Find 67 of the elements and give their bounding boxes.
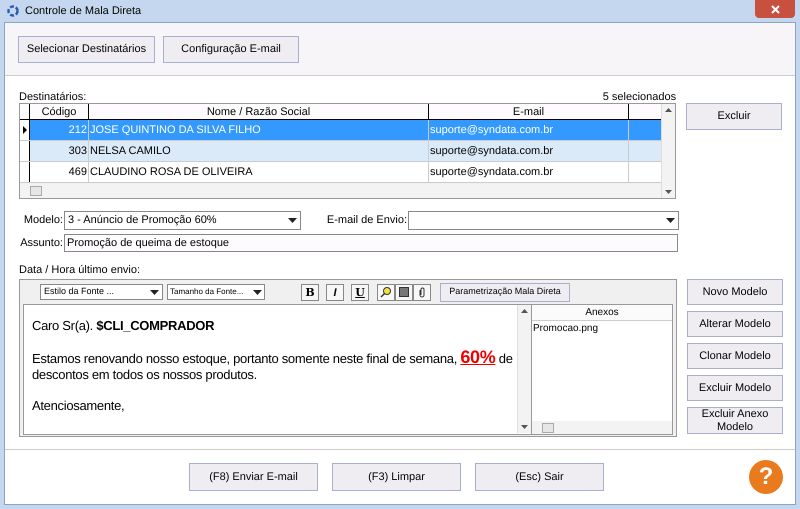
dropdown-arrow-icon[interactable] [666,218,675,223]
toolbar-button[interactable]: Selecionar Destinatários [18,36,155,62]
paperclip-icon [418,286,426,298]
dropdown-arrow-icon[interactable] [150,290,159,294]
model-dropdown[interactable]: 3 - Anúncio de Promoção 60% [64,211,301,230]
model-button[interactable]: Clonar Modelo [687,343,783,369]
scroll-down-arrow-icon[interactable] [521,425,528,429]
table-cell: 469 [30,162,89,182]
column-header[interactable]: E-mail [429,104,629,119]
format-button[interactable]: I [326,284,344,300]
app-icon [7,5,19,17]
action-button[interactable]: (F3) Limpar [332,463,461,491]
grid-row[interactable]: 469 CLAUDINO ROSA DE OLIVEIRA suporte@syndata.com.br [20,162,662,183]
model-button[interactable]: Excluir Modelo [687,375,783,401]
dropdown-arrow-icon[interactable] [253,290,262,294]
table-cell: suporte@syndata.com.br [429,141,629,161]
scroll-up-arrow-icon[interactable] [521,309,528,313]
attach-button[interactable] [413,284,431,300]
subject-label: Assunto: [19,236,63,251]
attachment-item[interactable]: Promocao.png [532,321,672,336]
table-cell: 303 [30,141,89,161]
model-button[interactable]: Alterar Modelo [687,311,783,337]
format-button[interactable]: U [351,284,369,300]
body-paragraph: Caro Sr(a). $CLI_COMPRADOR [32,318,216,334]
column-header[interactable]: Código [30,104,89,119]
color-button[interactable] [395,284,413,300]
body-paragraph: Estamos renovando nosso estoque, portanto somente neste final de semana, 60% de descontos em todos os nossos produtos. [32,349,514,383]
subject-field[interactable]: Promoção de queima de estoque [64,234,678,252]
sender-email-label: E-mail de Envio: [326,213,407,228]
table-cell: suporte@syndata.com.br [429,120,629,140]
find-button[interactable] [377,284,395,300]
table-cell: NELSA CAMILO [89,141,429,161]
mail-merge-settings-button[interactable]: Parametrização Mala Direta [440,282,570,302]
toolbar-button[interactable]: Configuração E-mail [163,36,299,62]
scroll-down-arrow-icon[interactable] [665,190,672,194]
horizontal-scrollbar[interactable] [532,421,672,434]
table-cell: JOSE QUINTINO DA SILVA FILHO [89,120,429,140]
square-icon [399,287,409,297]
dropdown-arrow-icon[interactable] [288,218,297,223]
body-paragraph: Atenciosamente, [32,398,126,414]
row-header-cell[interactable] [20,120,30,140]
format-button[interactable]: B [301,284,319,300]
table-cell: 212 [30,120,89,140]
grid-row[interactable]: 303 NELSA CAMILO suporte@syndata.com.br [20,141,662,162]
model-button[interactable]: Excluir Anexo Modelo [687,407,783,434]
model-label: Modelo: [22,213,63,228]
row-header-cell[interactable] [20,141,30,161]
table-cell: CLAUDINO ROSA DE OLIVEIRA [89,162,429,182]
vertical-scrollbar[interactable] [517,305,531,433]
recipients-label: Destinatários: [19,90,86,103]
model-button[interactable]: Novo Modelo [687,279,783,305]
table-cell: suporte@syndata.com.br [429,162,629,182]
magnifier-icon [380,286,392,298]
selected-count: 5 selecionados [602,90,676,103]
delete-button[interactable]: Excluir [686,103,782,130]
last-send-label: Data / Hora último envio: [18,264,142,277]
action-button[interactable]: (F8) Enviar E-mail [189,463,318,491]
scroll-up-arrow-icon[interactable] [665,108,672,112]
email-body[interactable]: Caro Sr(a). $CLI_COMPRADOR Estamos renovando nosso estoque, portanto somente neste final de semana, 60% de descontos em todos os nossos produtos. Atenciosamente, [23,304,532,435]
close-icon [770,4,780,14]
window-title: Controle de Mala Direta [25,4,142,19]
action-button[interactable]: (Esc) Sair [475,463,604,491]
column-header[interactable]: Nome / Razão Social [89,104,429,119]
font-size-dropdown[interactable]: Tamanho da Fonte... [167,284,265,300]
attachments-header: Anexos [532,305,672,321]
close-button[interactable] [755,0,795,18]
font-style-dropdown[interactable]: Estilo da Fonte ... [40,284,163,300]
